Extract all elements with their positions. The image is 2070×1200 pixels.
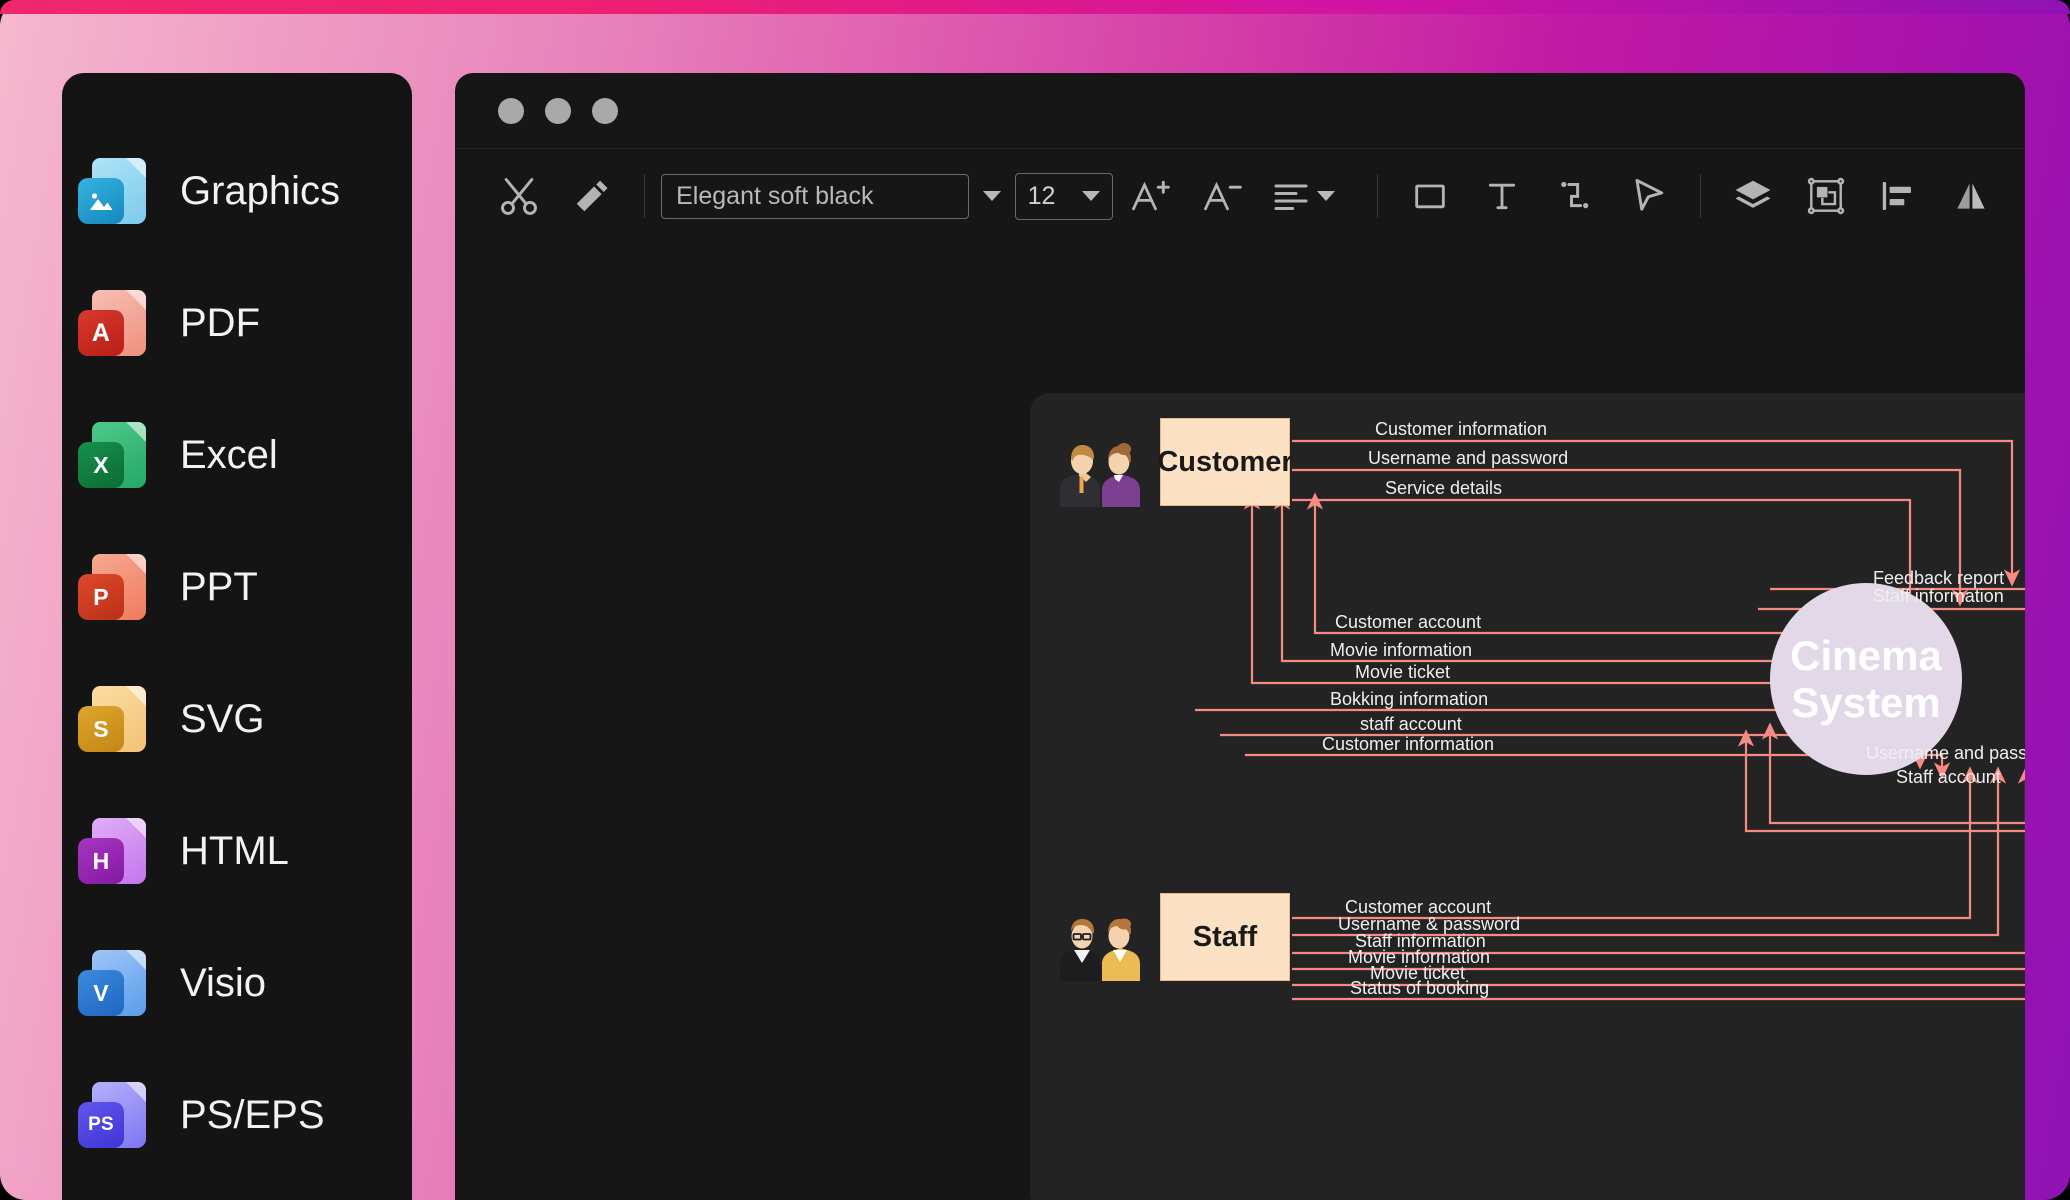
pseps-badge-letter: PS	[78, 1102, 124, 1148]
sidebar-item-excel[interactable]: X Excel	[62, 389, 412, 521]
sidebar-item-label: Visio	[180, 960, 266, 1005]
sidebar-item-visio[interactable]: V Visio	[62, 917, 412, 1049]
entity-label: Staff	[1192, 920, 1258, 953]
minimize-icon[interactable]	[545, 97, 571, 124]
visio-badge-letter: V	[78, 970, 124, 1016]
sidebar-item-label: Excel	[180, 432, 278, 477]
flow-connectors	[1195, 439, 2025, 1001]
align-chevron-down-icon[interactable]	[1316, 191, 1335, 201]
ppt-file-icon: P	[78, 552, 146, 622]
sidebar-item-ppt[interactable]: P PPT	[62, 521, 412, 653]
font-size-select[interactable]: 12	[1014, 172, 1114, 220]
svg-badge-letter: S	[78, 706, 124, 752]
graphics-file-icon	[78, 156, 146, 226]
staff-people-icon	[1060, 918, 1140, 981]
process-label-line2: System	[1791, 679, 1941, 726]
customer-people-icon	[1060, 443, 1140, 507]
text-tool-icon[interactable]	[1478, 168, 1527, 224]
excel-badge-letter: X	[78, 442, 124, 488]
connector-tool-icon[interactable]	[1551, 168, 1600, 224]
toolbar-divider	[644, 174, 646, 218]
select-cursor-icon[interactable]	[1623, 168, 1672, 224]
sidebar-item-label: PDF	[180, 300, 260, 345]
entity-staff[interactable]: Staff	[1160, 893, 1290, 981]
decrease-font-size-icon[interactable]	[1198, 168, 1247, 224]
process-label-line1: Cinema	[1790, 631, 1942, 679]
sidebar-item-label: PPT	[180, 564, 258, 609]
pseps-file-icon: PS	[78, 1080, 146, 1150]
app-window: Elegant soft black 12 Customer Staff Cin…	[455, 73, 2025, 1200]
format-painter-icon[interactable]	[568, 168, 617, 224]
sidebar-item-pdf[interactable]: A PDF	[62, 257, 412, 389]
sidebar-item-svg[interactable]: S SVG	[62, 653, 412, 785]
sidebar-item-html[interactable]: H HTML	[62, 785, 412, 917]
html-file-icon: H	[78, 816, 146, 886]
pdf-file-icon: A	[78, 288, 146, 358]
increase-font-size-icon[interactable]	[1125, 168, 1174, 224]
align-dropdown[interactable]	[1271, 176, 1349, 216]
sidebar-item-label: Graphics	[180, 168, 341, 213]
rectangle-shape-icon[interactable]	[1406, 168, 1455, 224]
visio-file-icon: V	[78, 948, 146, 1018]
formatting-toolbar: Elegant soft black 12	[455, 149, 2025, 243]
pdf-badge-letter: A	[78, 310, 124, 356]
excel-file-icon: X	[78, 420, 146, 490]
group-objects-icon[interactable]	[1801, 168, 1850, 224]
html-badge-letter: H	[78, 838, 124, 884]
sidebar-item-label: SVG	[180, 696, 265, 741]
sidebar-item-label: HTML	[180, 828, 289, 873]
format-sidebar: Graphics A PDF X Excel P PPT S SVG H HTM…	[62, 73, 412, 1200]
entity-customer[interactable]: Customer	[1157, 418, 1293, 506]
sidebar-item-label: PS/EPS	[180, 1092, 325, 1137]
close-icon[interactable]	[498, 97, 524, 124]
align-left-objects-icon[interactable]	[1874, 168, 1923, 224]
process-cinema-system[interactable]: Cinema System	[1770, 583, 1962, 775]
layers-icon[interactable]	[1729, 168, 1778, 224]
flip-horizontal-icon[interactable]	[1947, 168, 1996, 224]
window-titlebar	[455, 73, 2025, 149]
sidebar-item-graphics[interactable]: Graphics	[62, 125, 412, 257]
entity-label: Customer	[1157, 445, 1293, 478]
font-name-input[interactable]: Elegant soft black	[661, 173, 969, 219]
toolbar-divider-3	[1699, 174, 1701, 218]
ppt-badge-letter: P	[78, 574, 124, 620]
diagram-canvas[interactable]: Customer Staff Cinema System Customer in…	[1030, 393, 2025, 1200]
svg-file-icon: S	[78, 684, 146, 754]
font-size-value: 12	[1027, 181, 1056, 210]
sidebar-item-pseps[interactable]: PS PS/EPS	[62, 1049, 412, 1181]
toolbar-divider-2	[1376, 174, 1378, 218]
cut-icon[interactable]	[495, 168, 544, 224]
maximize-icon[interactable]	[592, 97, 618, 124]
font-size-chevron-down-icon[interactable]	[1082, 191, 1101, 201]
font-name-chevron-down-icon[interactable]	[982, 191, 1001, 201]
